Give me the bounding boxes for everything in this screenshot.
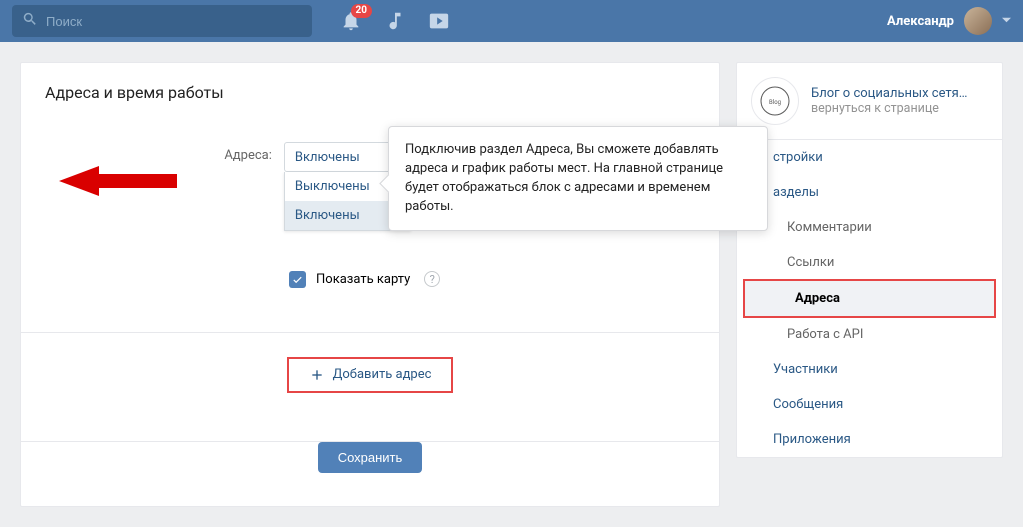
search-input[interactable] — [46, 14, 302, 29]
sidebar-item-messages[interactable]: Сообщения — [737, 387, 1002, 422]
blog-logo-icon: Blog — [751, 77, 799, 125]
avatar — [964, 7, 992, 35]
sidebar-item-sections[interactable]: азделы — [737, 175, 1002, 210]
blog-title-link[interactable]: Блог о социальных сетя… — [811, 86, 968, 101]
sidebar-item-apps[interactable]: Приложения — [737, 422, 1002, 457]
add-address-label: Добавить адрес — [333, 367, 432, 382]
user-name: Александр — [887, 14, 954, 29]
app-header: 20 Александр — [0, 0, 1023, 42]
show-map-checkbox[interactable] — [289, 271, 306, 288]
sidebar-item-members[interactable]: Участники — [737, 352, 1002, 387]
popover-text: Подключив раздел Адреса, Вы сможете доба… — [405, 142, 723, 214]
video-icon[interactable] — [428, 10, 450, 32]
page-body: Адреса и время работы Адреса: Включены В… — [0, 42, 1023, 527]
plus-icon — [309, 367, 325, 383]
save-button[interactable]: Сохранить — [318, 442, 423, 473]
sidebar-item-settings[interactable]: стройки — [737, 140, 1002, 175]
notifications-icon[interactable]: 20 — [340, 10, 362, 32]
sidebar: Blog Блог о социальных сетя… вернуться к… — [736, 62, 1003, 458]
select-value: Включены — [295, 150, 360, 165]
addresses-label: Адреса: — [45, 142, 272, 163]
music-icon[interactable] — [384, 10, 406, 32]
svg-text:Blog: Blog — [769, 99, 781, 106]
search-box[interactable] — [12, 5, 312, 37]
help-icon[interactable]: ? — [424, 271, 440, 287]
show-map-label: Показать карту — [316, 272, 410, 287]
page-title: Адреса и время работы — [45, 83, 695, 102]
sidebar-item-links[interactable]: Ссылки — [737, 245, 1002, 280]
blog-header[interactable]: Blog Блог о социальных сетя… вернуться к… — [737, 63, 1002, 139]
sidebar-item-comments[interactable]: Комментарии — [737, 210, 1002, 245]
header-icons: 20 — [340, 10, 450, 32]
sidebar-item-addresses[interactable]: Адреса — [745, 281, 994, 316]
sidebar-item-api[interactable]: Работа с API — [737, 317, 1002, 352]
notification-badge: 20 — [351, 4, 372, 18]
sidebar-menu: стройки азделы Комментарии Ссылки Адреса… — [737, 139, 1002, 457]
info-popover: Подключив раздел Адреса, Вы сможете доба… — [388, 126, 768, 231]
user-menu[interactable]: Александр — [887, 7, 1011, 35]
blog-back-link[interactable]: вернуться к странице — [811, 101, 968, 116]
add-address-button[interactable]: Добавить адрес — [287, 357, 454, 393]
search-icon — [22, 11, 46, 31]
chevron-down-icon — [1002, 14, 1011, 29]
